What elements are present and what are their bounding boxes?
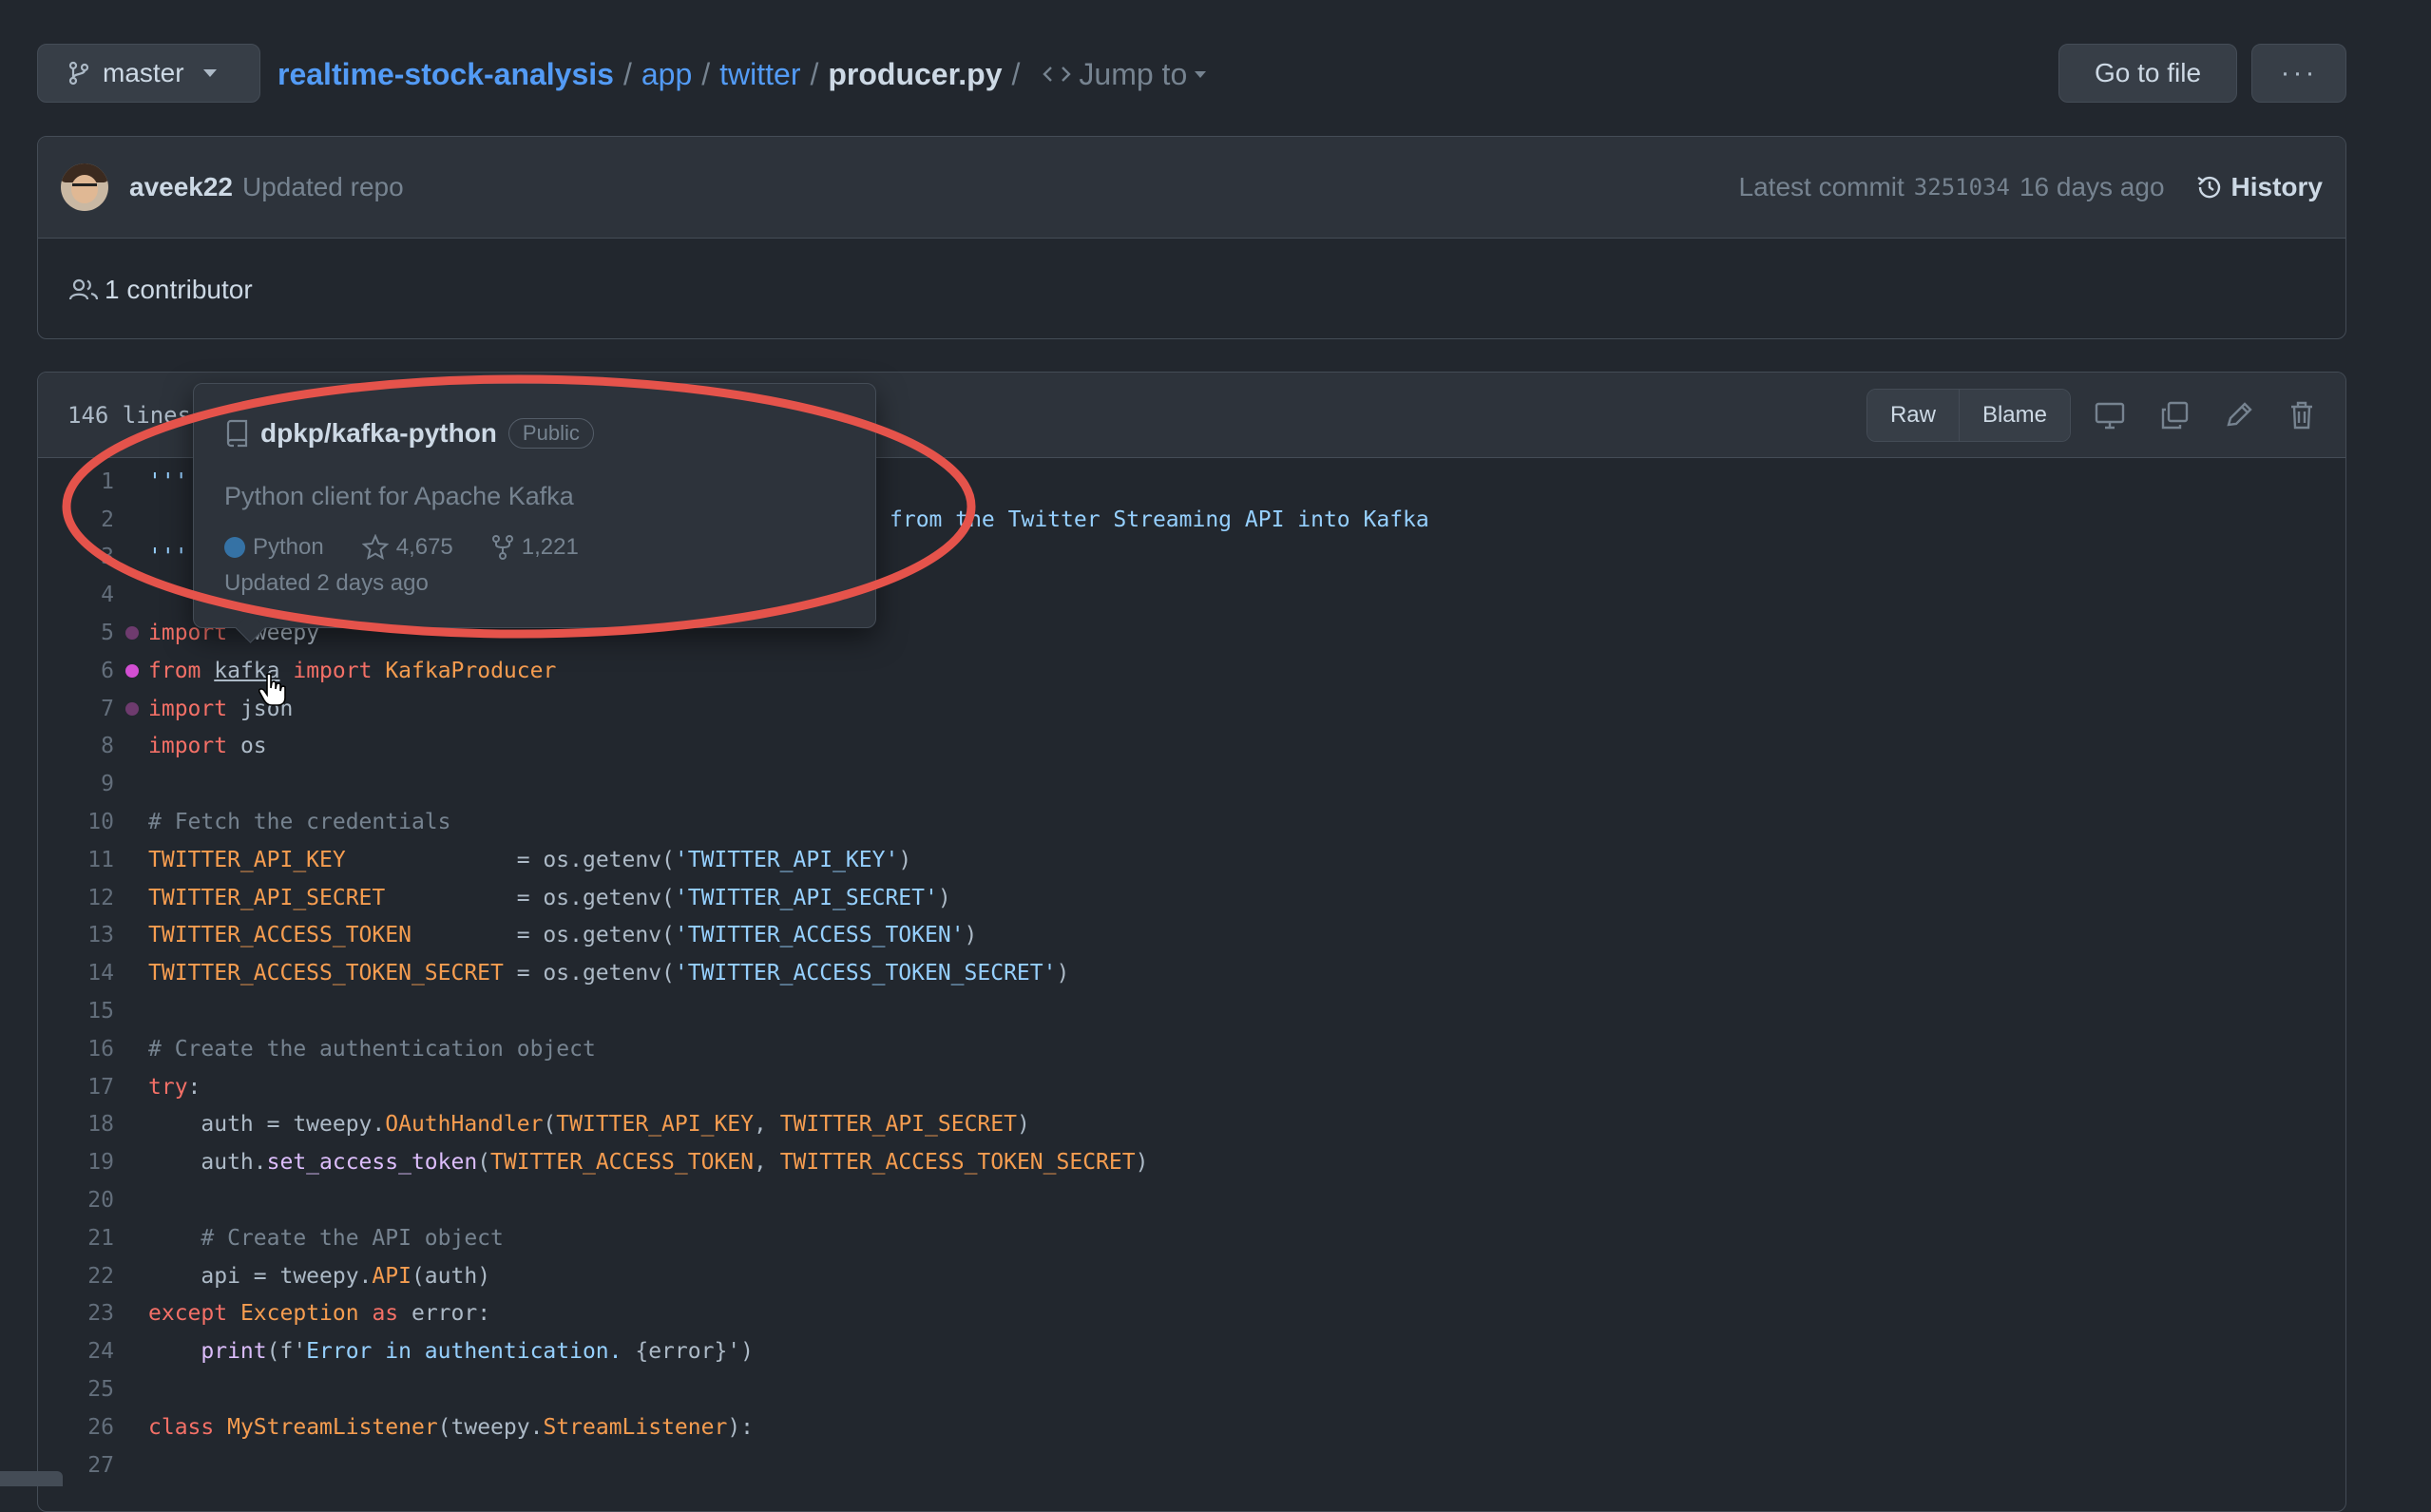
code-line-25: 25 [87, 1377, 114, 1403]
commit-author-link[interactable]: aveek22 [129, 172, 233, 202]
git-branch-icon [68, 61, 89, 86]
commit-age: 16 days ago [2019, 172, 2165, 201]
code-line-21: 21 # Create the API object [87, 1225, 504, 1251]
breadcrumb: realtime-stock-analysis / app / twitter … [278, 53, 1207, 95]
language-color-dot [224, 537, 245, 558]
copy-icon[interactable] [2158, 400, 2191, 431]
commit-meta: Latest commit 3251034 16 days ago Histor… [1739, 172, 2323, 202]
jump-to-label: Jump to [1079, 56, 1188, 91]
history-link[interactable]: History [2195, 172, 2323, 202]
code-line-27: 27 [87, 1452, 114, 1478]
repo-hovercard: dpkp/kafka-python Public Python client f… [193, 383, 876, 643]
code-line-17: 17 try: [87, 1074, 201, 1100]
code-line-6: 6 from kafka import KafkaProducer [101, 658, 557, 683]
contributors-row[interactable]: 1 contributor [38, 239, 2345, 338]
line-count: 146 lines [67, 401, 192, 429]
fork-icon [491, 535, 513, 560]
more-options-button[interactable]: ··· [2251, 44, 2346, 103]
code-line-15: 15 [87, 999, 114, 1024]
hovercard-title: dpkp/kafka-python Public [224, 418, 594, 449]
latest-commit-row: aveek22 Updated repo Latest commit 32510… [38, 137, 2345, 239]
commit-message-link[interactable]: Updated repo [242, 172, 404, 202]
code-line-19: 19 auth. set_access_token(TWITTER_ACCESS_… [87, 1150, 1149, 1176]
contributors-count: 1 contributor [105, 274, 253, 304]
visibility-badge: Public [507, 418, 594, 449]
hand-cursor-icon [258, 673, 286, 706]
raw-button[interactable]: Raw [1866, 389, 1959, 441]
code-line-16: 16 # Create the authentication object [87, 1036, 596, 1062]
go-to-file-button[interactable]: Go to file [2058, 44, 2237, 103]
code-line-8: 8 import os [101, 734, 267, 759]
code-line-11: 11 TWITTER_API_KEY = os.getenv('TWITTER_A… [87, 847, 912, 872]
jump-to-menu[interactable]: Jump to [1043, 56, 1207, 92]
commit-info-box: aveek22 Updated repo Latest commit 32510… [37, 136, 2346, 339]
trash-icon[interactable] [2287, 400, 2316, 431]
breadcrumb-separator: / [622, 56, 632, 91]
file-actions [2094, 400, 2316, 431]
hovercard-repo-link[interactable]: dpkp/kafka-python [260, 418, 497, 449]
breadcrumb-separator: / [701, 56, 711, 91]
pencil-icon[interactable] [2223, 400, 2255, 431]
code-line-22: 22 api = tweepy. API (auth) [87, 1263, 491, 1289]
code-line-10: 10 # Fetch the credentials [87, 810, 451, 835]
code-line-20: 20 [87, 1188, 114, 1214]
desktop-icon[interactable] [2094, 400, 2126, 431]
code-line-7: 7 import json [101, 696, 294, 721]
stars-stat: 4,675 [361, 534, 453, 561]
branch-selector[interactable]: master [37, 44, 260, 103]
repo-icon [226, 419, 248, 448]
code-icon [1043, 67, 1072, 82]
code-line-23: 23 except Exception as error: [87, 1301, 491, 1327]
people-icon [68, 278, 99, 299]
breadcrumb-separator: / [1011, 56, 1021, 91]
blame-button[interactable]: Blame [1958, 389, 2070, 441]
commit-sha-link[interactable]: 3251034 [1914, 174, 2010, 201]
branch-name: master [103, 58, 184, 87]
status-tooltip-edge [0, 1471, 63, 1486]
chevron-down-icon [202, 69, 217, 77]
code-line-18: 18 auth = tweepy. OAuthHandler(TWITTER_AP… [87, 1112, 1030, 1138]
language-stat: Python [224, 534, 324, 561]
code-line-12: 12 TWITTER_API_SECRET = os.getenv('TWITTE… [87, 885, 951, 910]
hovercard-updated: Updated 2 days ago [224, 570, 429, 596]
code-line-13: 13 TWITTER_ACCESS_TOKEN = os.getenv('TWIT… [87, 923, 978, 948]
code-line-9: 9 [101, 772, 114, 797]
star-icon [361, 534, 389, 561]
hovercard-stats: Python 4,675 1,221 [224, 534, 579, 561]
chevron-down-icon [1195, 70, 1207, 78]
breadcrumb-separator: / [810, 56, 819, 91]
code-line-26: 26 class MyStreamListener (tweepy. StreamLi… [87, 1414, 755, 1440]
code-line-24: 24 print (f' Error in authentication. {err… [87, 1339, 754, 1365]
forks-stat: 1,221 [491, 534, 579, 561]
breadcrumb-file-name: producer.py [828, 56, 1003, 91]
raw-blame-group: Raw Blame [1866, 388, 2071, 442]
history-icon [2196, 176, 2220, 199]
breadcrumb-twitter-link[interactable]: twitter [719, 57, 800, 92]
avatar[interactable] [61, 163, 108, 211]
history-label: History [2230, 172, 2323, 201]
latest-commit-label: Latest commit [1738, 172, 1905, 201]
breadcrumb-app-link[interactable]: app [641, 57, 692, 92]
code-line-14: 14 TWITTER_ACCESS_TOKEN_SECRET = os.geten… [87, 961, 1070, 986]
breadcrumb-repo-link[interactable]: realtime-stock-analysis [278, 57, 614, 92]
hovercard-description: Python client for Apache Kafka [224, 482, 574, 510]
